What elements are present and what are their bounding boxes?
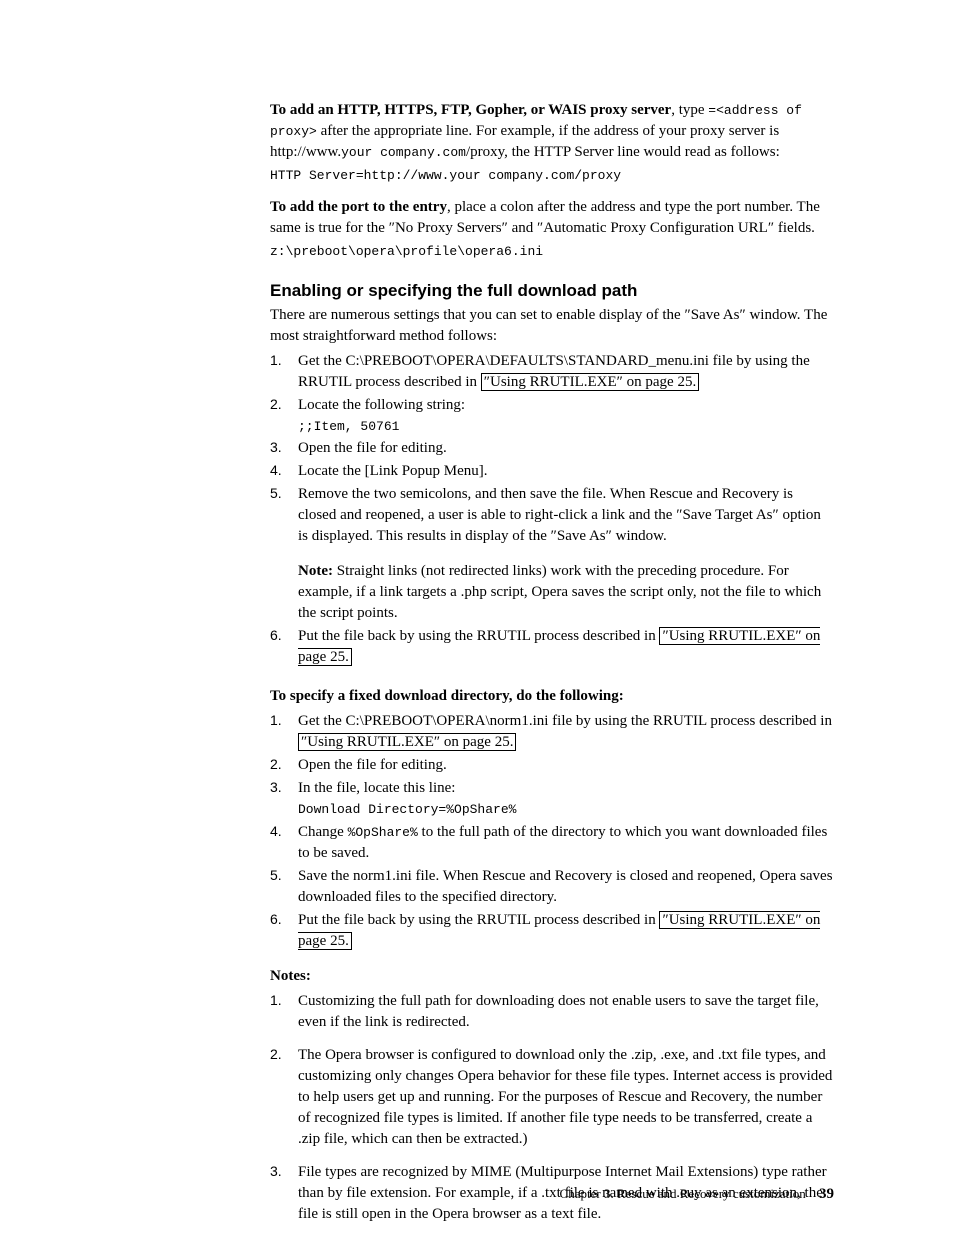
list-item: Get the C:\PREBOOT\OPERA\norm1.ini file … — [270, 711, 834, 753]
section-intro-text: There are numerous settings that you can… — [270, 305, 834, 347]
list-item: Put the file back by using the RRUTIL pr… — [270, 626, 834, 668]
list-item: Remove the two semicolons, and then save… — [270, 484, 834, 624]
list-item: Open the file for editing. — [270, 755, 834, 776]
subheading-fixed-directory: To specify a fixed download directory, d… — [270, 686, 834, 707]
list-item: Save the norm1.ini file. When Rescue and… — [270, 866, 834, 908]
link-rrutil[interactable]: ″Using RRUTIL.EXE″ on page 25. — [481, 373, 699, 391]
paragraph-port-entry: To add the port to the entry, place a co… — [270, 197, 834, 239]
note-block: Note: Straight links (not redirected lin… — [298, 561, 834, 624]
list-item: Get the C:\PREBOOT\OPERA\DEFAULTS\STANDA… — [270, 351, 834, 393]
list-item: Change %OpShare% to the full path of the… — [270, 822, 834, 864]
code-download-directory: Download Directory=%OpShare% — [298, 801, 834, 819]
lead-port-entry: To add the port to the entry — [270, 199, 447, 215]
ordered-list-b: Get the C:\PREBOOT\OPERA\norm1.ini file … — [270, 711, 834, 951]
code-item-50761: ;;Item, 50761 — [298, 418, 834, 436]
note-item: Customizing the full path for downloadin… — [270, 991, 834, 1033]
footer-page-number: 39 — [819, 1186, 834, 1202]
list-item: Locate the following string: ;;Item, 507… — [270, 395, 834, 436]
list-item: Put the file back by using the RRUTIL pr… — [270, 910, 834, 952]
note-item: The Opera browser is configured to downl… — [270, 1045, 834, 1150]
document-page: To add an HTTP, HTTPS, FTP, Gopher, or W… — [0, 0, 954, 1235]
paragraph-proxy-server: To add an HTTP, HTTPS, FTP, Gopher, or W… — [270, 100, 834, 163]
list-item: Locate the [Link Popup Menu]. — [270, 461, 834, 482]
list-item: In the file, locate this line: Download … — [270, 778, 834, 819]
ordered-list-a: Get the C:\PREBOOT\OPERA\DEFAULTS\STANDA… — [270, 351, 834, 668]
lead-proxy-server: To add an HTTP, HTTPS, FTP, Gopher, or W… — [270, 102, 671, 118]
code-opera6-ini: z:\preboot\opera\profile\opera6.ini — [270, 243, 834, 261]
page-footer: Chapter 3. Rescue and Recovery customiza… — [560, 1184, 834, 1205]
notes-heading: Notes: — [270, 966, 834, 987]
footer-chapter-title: Chapter 3. Rescue and Recovery customiza… — [560, 1186, 806, 1201]
link-rrutil[interactable]: ″Using RRUTIL.EXE″ on page 25. — [298, 733, 516, 751]
code-http-server: HTTP Server=http://www.your company.com/… — [270, 167, 834, 185]
section-heading-download-path: Enabling or specifying the full download… — [270, 279, 834, 303]
list-item: Open the file for editing. — [270, 438, 834, 459]
